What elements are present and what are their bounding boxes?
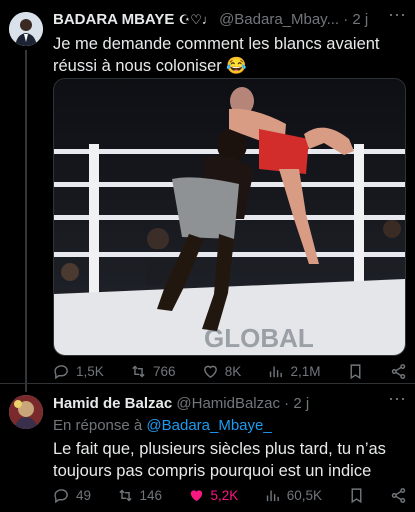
like-count: 8K: [224, 363, 242, 379]
repost-icon: [132, 365, 145, 377]
repost-count: 766: [153, 363, 176, 379]
reply-icon: [54, 488, 68, 503]
avatar[interactable]: [9, 395, 43, 429]
repost-icon: [118, 489, 132, 501]
views-button[interactable]: 60,5K: [264, 487, 322, 504]
share-button[interactable]: [390, 363, 407, 380]
author-name[interactable]: BADARA MBAYE: [53, 11, 174, 28]
bookmark-button[interactable]: [348, 487, 365, 504]
like-button[interactable]: 5,2K: [188, 487, 239, 504]
tweet-media[interactable]: GLOBAL: [53, 78, 406, 356]
repost-button[interactable]: 766: [130, 363, 176, 380]
views-icon: [266, 490, 279, 501]
like-button[interactable]: 8K: [202, 363, 242, 380]
like-count: 5,2K: [210, 487, 239, 503]
views-count: 60,5K: [286, 487, 323, 503]
author-name[interactable]: Hamid de Balzac: [53, 395, 172, 412]
avatar[interactable]: [9, 12, 43, 46]
reply-button[interactable]: 1,5K: [53, 363, 104, 380]
repost-button[interactable]: 146: [117, 487, 163, 504]
heart-filled-icon: [190, 489, 202, 501]
tweet-header: Hamid de Balzac @HamidBalzac · 2 j: [53, 395, 310, 412]
reply-icon: [54, 364, 68, 379]
reply-count: 49: [76, 487, 92, 503]
repost-count: 146: [139, 487, 163, 503]
tweet-actions: 49 146 5,2K 60,5K: [53, 485, 407, 505]
tweet-original[interactable]: BADARA MBAYE ☪♡♩ @Badara_Mbay... · 2 j ⋯…: [0, 0, 415, 392]
views-icon: [270, 366, 283, 377]
tweet-text: Le fait que, plusieurs siècles plus tard…: [53, 440, 386, 480]
more-options-icon[interactable]: ⋯: [388, 5, 406, 26]
tweet-actions: 1,5K 766 8K 2,1M: [53, 361, 407, 381]
share-icon: [391, 487, 406, 503]
tweet-text: Je me demande comment les blancs avaient…: [53, 35, 380, 75]
reply-context: En réponse à @Badara_Mbaye_: [53, 415, 407, 437]
author-handle[interactable]: @HamidBalzac: [176, 395, 280, 412]
name-emojis: ☪♡♩: [178, 12, 215, 27]
views-button[interactable]: 2,1M: [267, 363, 321, 380]
reply-prefix: En réponse à: [53, 417, 143, 434]
tweet-reply[interactable]: Hamid de Balzac @HamidBalzac · 2 j ⋯ En …: [0, 384, 415, 512]
share-button[interactable]: [390, 487, 407, 504]
reply-count: 1,5K: [76, 363, 104, 379]
share-icon: [391, 363, 406, 379]
heart-icon: [203, 365, 217, 378]
tweet-time[interactable]: 2 j: [293, 395, 309, 412]
more-options-icon[interactable]: ⋯: [388, 389, 406, 410]
author-handle[interactable]: @Badara_Mbay...: [219, 11, 339, 28]
tweet-header: BADARA MBAYE ☪♡♩ @Badara_Mbay... · 2 j: [53, 11, 369, 28]
fight-photo: GLOBAL: [54, 79, 405, 355]
tweet-time[interactable]: 2 j: [352, 11, 368, 28]
thread-line: [25, 50, 27, 392]
bookmark-icon: [351, 487, 361, 503]
bookmark-button[interactable]: [347, 363, 364, 380]
reply-to-link[interactable]: @Badara_Mbaye_: [146, 417, 271, 434]
mat-logo: GLOBAL: [204, 323, 314, 353]
views-count: 2,1M: [290, 363, 321, 379]
reply-button[interactable]: 49: [53, 487, 91, 504]
bookmark-icon: [350, 363, 361, 379]
